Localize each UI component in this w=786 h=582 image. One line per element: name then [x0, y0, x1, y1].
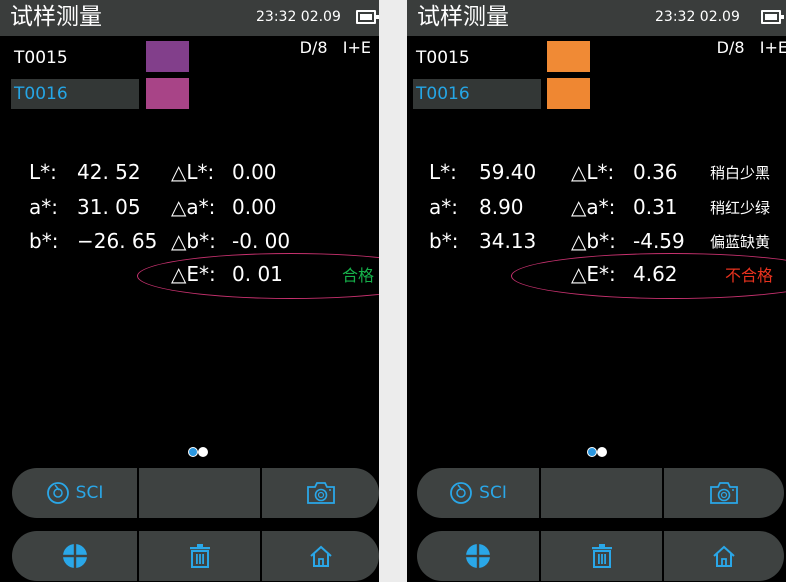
l-note: 稍白少黑 [710, 164, 771, 182]
crosshair-icon [466, 544, 490, 568]
sci-icon [450, 482, 473, 504]
empty-button[interactable] [541, 468, 662, 518]
battery-icon [761, 10, 784, 24]
measure-mode: D/8 I+E [716, 38, 786, 57]
page-dot-active[interactable] [188, 447, 198, 457]
a-note: 稍红少绿 [710, 199, 771, 217]
trash-icon [591, 544, 612, 568]
page-indicator [188, 446, 212, 458]
page-dot[interactable] [198, 447, 208, 457]
home-button[interactable] [664, 531, 784, 581]
b-value: −26. 65 [77, 229, 158, 253]
sci-icon [46, 482, 69, 504]
delete-button[interactable] [541, 531, 662, 581]
page-dot[interactable] [597, 447, 607, 457]
a-label: a*: [29, 195, 58, 219]
delta-a-value: 0.31 [633, 195, 678, 219]
sample-item-t0016-selected[interactable]: T0016 [413, 79, 541, 109]
toolbar-top: SCI [12, 468, 379, 518]
toolbar-top: SCI [417, 468, 784, 518]
measure-mode: D/8 I+E [299, 38, 371, 57]
camera-button[interactable] [664, 468, 784, 518]
delta-a-value: 0.00 [232, 195, 277, 219]
delta-a-label: △a*: [571, 195, 616, 219]
target-button[interactable] [12, 531, 137, 581]
delta-l-label: △L*: [171, 160, 215, 184]
sci-label: SCI [75, 483, 104, 503]
sci-button[interactable]: SCI [417, 468, 539, 518]
title-bar: 试样测量 23:32 02.09 [407, 0, 786, 36]
delta-b-label: △b*: [571, 229, 616, 253]
page-indicator [587, 446, 611, 458]
delta-b-value: -0. 00 [232, 229, 291, 253]
screen-title: 试样测量 [417, 4, 509, 30]
l-value: 59.40 [479, 160, 537, 184]
a-value: 31. 05 [77, 195, 141, 219]
target-button[interactable] [417, 531, 539, 581]
delta-b-label: △b*: [171, 229, 216, 253]
empty-button[interactable] [139, 468, 260, 518]
screen-title: 试样测量 [10, 4, 102, 30]
camera-icon [306, 482, 335, 504]
status-time: 23:32 02.09 [655, 9, 740, 25]
sample-item-t0015[interactable]: T0015 [413, 43, 541, 73]
l-label: L*: [29, 160, 57, 184]
b-value: 34.13 [479, 229, 537, 253]
camera-icon [710, 482, 738, 504]
status-time: 23:32 02.09 [256, 9, 341, 25]
sci-button[interactable]: SCI [12, 468, 137, 518]
b-label: b*: [429, 229, 459, 253]
highlight-ellipse [137, 253, 379, 299]
sample-color-swatch [146, 41, 189, 72]
measurement-screen-left: 试样测量 23:32 02.09 T0015 T0016 D/8 I+E L*:… [0, 0, 379, 582]
page-dot-active[interactable] [587, 447, 597, 457]
sample-item-t0015[interactable]: T0015 [11, 43, 139, 73]
trash-icon [189, 544, 210, 568]
l-label: L*: [429, 160, 457, 184]
camera-button[interactable] [262, 468, 379, 518]
crosshair-icon [62, 544, 87, 568]
delta-l-value: 0.36 [633, 160, 678, 184]
battery-icon [356, 10, 379, 24]
a-value: 8.90 [479, 195, 524, 219]
home-icon [309, 545, 332, 567]
highlight-ellipse [511, 253, 786, 299]
measurement-screen-right: 试样测量 23:32 02.09 T0015 T0016 D/8 I+E L*:… [407, 0, 786, 582]
sample-color-swatch [547, 78, 590, 109]
a-label: a*: [429, 195, 458, 219]
home-icon [713, 545, 735, 567]
sample-color-swatch [146, 78, 189, 109]
delta-b-value: -4.59 [633, 229, 685, 253]
toolbar-bottom [12, 531, 379, 581]
toolbar-bottom [417, 531, 784, 581]
sample-color-swatch [547, 41, 590, 72]
l-value: 42. 52 [77, 160, 141, 184]
b-note: 偏蓝缺黄 [710, 233, 771, 251]
delta-l-value: 0.00 [232, 160, 277, 184]
delete-button[interactable] [139, 531, 260, 581]
home-button[interactable] [262, 531, 379, 581]
sci-label: SCI [479, 483, 507, 503]
delta-a-label: △a*: [171, 195, 216, 219]
delta-l-label: △L*: [571, 160, 615, 184]
title-bar: 试样测量 23:32 02.09 [0, 0, 379, 36]
b-label: b*: [29, 229, 59, 253]
sample-item-t0016-selected[interactable]: T0016 [11, 79, 139, 109]
